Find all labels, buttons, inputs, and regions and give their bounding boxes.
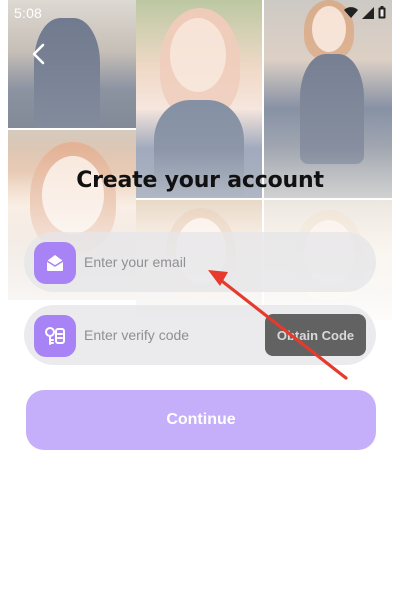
page-title: Create your account <box>76 168 324 193</box>
email-field <box>24 232 376 292</box>
status-time: 5:08 <box>14 5 43 21</box>
verify-code-field: Obtain Code <box>24 305 376 365</box>
key-code-icon <box>34 315 76 357</box>
continue-button[interactable]: Continue <box>26 390 376 450</box>
verify-code-input[interactable] <box>84 319 274 351</box>
status-icons <box>344 6 386 24</box>
obtain-code-button[interactable]: Obtain Code <box>265 314 366 356</box>
email-input[interactable] <box>84 246 274 278</box>
back-arrow-icon <box>32 43 45 65</box>
signup-screen: 5:08 Create your account Enter your emai… <box>0 0 400 600</box>
envelope-icon <box>34 242 76 284</box>
battery-icon <box>378 6 386 24</box>
signal-icon <box>362 6 374 24</box>
back-button[interactable] <box>28 42 52 66</box>
wifi-icon <box>344 6 358 24</box>
